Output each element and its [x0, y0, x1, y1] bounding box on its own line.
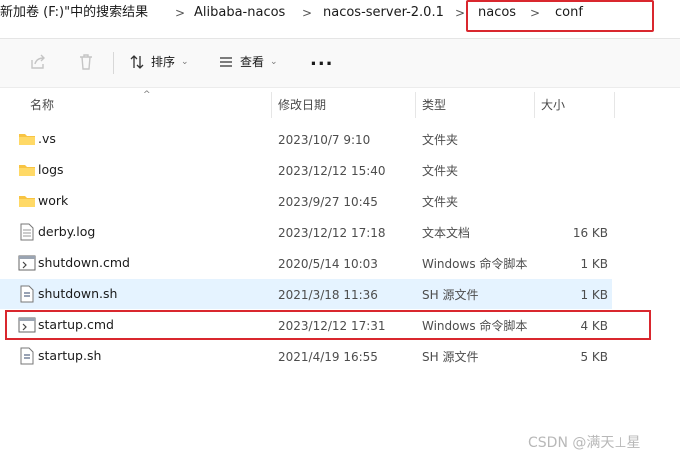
file-name: work [38, 193, 69, 208]
file-date: 2023/12/12 17:18 [278, 226, 386, 240]
delete-icon[interactable] [76, 52, 96, 72]
share-icon[interactable] [28, 52, 48, 72]
file-type: Windows 命令脚本 [422, 257, 528, 271]
text-file-icon [18, 223, 36, 241]
file-type: 文件夹 [422, 133, 459, 147]
chevron-right-icon: > [302, 6, 313, 20]
sort-label: 排序 [151, 55, 176, 69]
column-header-row: ^ 名称 修改日期 类型 大小 [0, 90, 680, 120]
file-date: 2023/10/7 9:10 [278, 133, 371, 147]
sh-file-icon [18, 285, 36, 303]
list-item[interactable]: shutdown.cmd 2020/5/14 10:03 Windows 命令脚… [0, 248, 612, 278]
sort-button[interactable]: 排序 ⌄ [129, 53, 189, 71]
file-name: derby.log [38, 224, 96, 239]
file-type: 文件夹 [422, 195, 459, 209]
sort-ascending-icon: ^ [143, 90, 151, 100]
file-type: SH 源文件 [422, 288, 479, 302]
list-item[interactable]: startup.sh 2021/4/19 16:55 SH 源文件 5 KB [0, 341, 612, 371]
chevron-right-icon: > [455, 6, 466, 20]
file-size: 1 KB [580, 288, 608, 302]
view-label: 查看 [240, 55, 265, 69]
file-name: logs [38, 162, 64, 177]
column-header-date[interactable]: 修改日期 [278, 97, 326, 113]
breadcrumb-search-results[interactable]: 新加卷 (F:)"中的搜索结果 [0, 5, 148, 21]
column-divider[interactable] [415, 92, 416, 118]
chevron-right-icon: > [175, 6, 186, 20]
folder-icon [18, 192, 36, 210]
file-size: 1 KB [580, 257, 608, 271]
view-button[interactable]: 查看 ⌄ [218, 53, 278, 71]
list-item[interactable]: shutdown.sh 2021/3/18 11:36 SH 源文件 1 KB [0, 279, 612, 309]
column-divider[interactable] [534, 92, 535, 118]
file-type: 文件夹 [422, 164, 459, 178]
column-header-type[interactable]: 类型 [422, 97, 446, 113]
more-options-button[interactable]: ... [310, 51, 334, 69]
breadcrumb: 新加卷 (F:)"中的搜索结果 > Alibaba-nacos > nacos-… [0, 0, 680, 39]
annotation-highlight-box [5, 310, 651, 340]
column-header-size[interactable]: 大小 [541, 97, 565, 113]
file-name: startup.sh [38, 348, 102, 363]
sort-icon [130, 55, 144, 69]
annotation-highlight-box [466, 0, 654, 32]
file-date: 2023/9/27 10:45 [278, 195, 378, 209]
file-type: SH 源文件 [422, 350, 479, 364]
list-item[interactable]: work 2023/9/27 10:45 文件夹 [0, 186, 612, 216]
file-type: 文本文档 [422, 226, 471, 240]
watermark: CSDN @满天⊥星 [528, 435, 641, 451]
toolbar-divider [113, 52, 114, 74]
file-size: 5 KB [580, 350, 608, 364]
file-name: .vs [38, 131, 56, 146]
folder-icon [18, 130, 36, 148]
sh-file-icon [18, 347, 36, 365]
file-date: 2021/3/18 11:36 [278, 288, 378, 302]
list-item[interactable]: derby.log 2023/12/12 17:18 文本文档 16 KB [0, 217, 612, 247]
view-icon [220, 57, 232, 67]
file-name: shutdown.cmd [38, 255, 130, 270]
breadcrumb-nacos-server[interactable]: nacos-server-2.0.1 [323, 5, 444, 21]
breadcrumb-alibaba-nacos[interactable]: Alibaba-nacos [194, 5, 285, 21]
column-divider[interactable] [271, 92, 272, 118]
command-bar: 排序 ⌄ 查看 ⌄ ... [0, 39, 680, 88]
file-size: 16 KB [572, 226, 608, 240]
list-item[interactable]: .vs 2023/10/7 9:10 文件夹 [0, 124, 612, 154]
column-header-name[interactable]: 名称 [30, 97, 54, 113]
cmd-script-icon [18, 254, 36, 272]
column-divider[interactable] [614, 92, 615, 118]
file-name: shutdown.sh [38, 286, 118, 301]
file-date: 2020/5/14 10:03 [278, 257, 378, 271]
file-date: 2021/4/19 16:55 [278, 350, 378, 364]
chevron-down-icon: ⌄ [181, 57, 189, 67]
chevron-down-icon: ⌄ [270, 57, 278, 67]
file-date: 2023/12/12 15:40 [278, 164, 386, 178]
list-item[interactable]: logs 2023/12/12 15:40 文件夹 [0, 155, 612, 185]
folder-icon [18, 161, 36, 179]
